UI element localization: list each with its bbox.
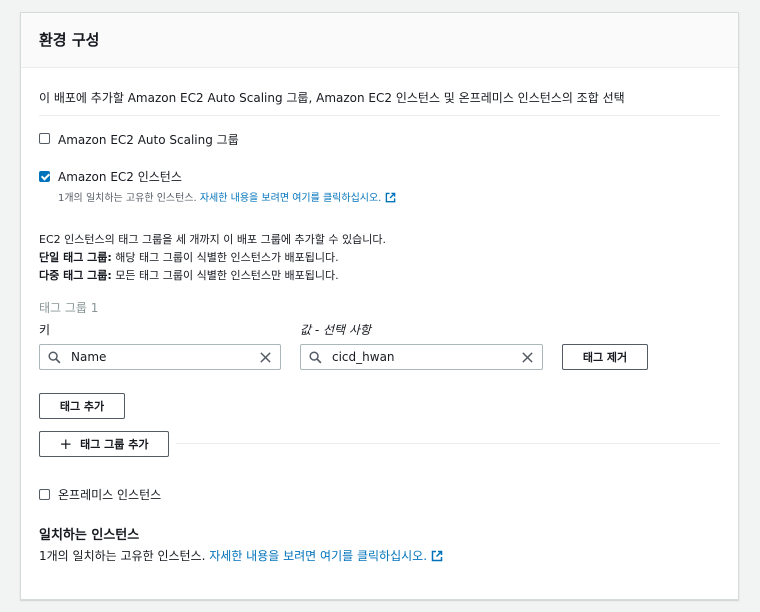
panel-description: 이 배포에 추가할 Amazon EC2 Auto Scaling 그룹, Am…	[39, 91, 625, 105]
ec2-match-info: 1개의 일치하는 고유한 인스턴스. 자세한 내용을 보려면 여기를 클릭하십시…	[58, 189, 396, 204]
tag-key-value: Name	[71, 350, 107, 364]
matching-instances-info: 1개의 일치하는 고유한 인스턴스. 자세한 내용을 보려면 여기를 클릭하십시…	[39, 547, 443, 564]
info-line-1: EC2 인스턴스의 태그 그룹을 세 개까지 이 배포 그룹에 추가할 수 있습…	[39, 233, 386, 246]
tag-group-info: EC2 인스턴스의 태그 그룹을 세 개까지 이 배포 그룹에 추가할 수 있습…	[39, 231, 386, 285]
environment-config-panel: 환경 구성 이 배포에 추가할 Amazon EC2 Auto Scaling …	[20, 12, 739, 600]
clear-icon[interactable]	[521, 351, 534, 364]
external-link-icon[interactable]	[385, 192, 396, 203]
ec2-match-link[interactable]: 자세한 내용을 보려면 여기를 클릭하십시오.	[200, 193, 382, 204]
matching-text: 1개의 일치하는 고유한 인스턴스.	[39, 549, 210, 563]
plus-icon: +	[59, 434, 73, 453]
ec2-checkbox-label[interactable]: Amazon EC2 인스턴스	[58, 168, 182, 185]
panel-title: 환경 구성	[39, 31, 100, 49]
panel-header: 환경 구성	[21, 13, 738, 68]
add-tag-group-label: 태그 그룹 추가	[80, 438, 149, 451]
onprem-checkbox-label[interactable]: 온프레미스 인스턴스	[58, 486, 161, 503]
key-label: 키	[39, 323, 51, 337]
ec2-match-text: 1개의 일치하는 고유한 인스턴스.	[58, 193, 200, 204]
remove-tag-button[interactable]: 태그 제거	[562, 344, 648, 370]
value-label: 값 - 선택 사항	[300, 323, 371, 337]
onprem-checkbox[interactable]	[39, 489, 50, 500]
add-tag-group-button[interactable]: + 태그 그룹 추가	[39, 431, 169, 457]
tag-group-title: 태그 그룹 1	[39, 301, 99, 315]
matching-link[interactable]: 자세한 내용을 보려면 여기를 클릭하십시오.	[209, 549, 427, 563]
info-line-3: 다중 태그 그룹: 모든 태그 그룹이 식별한 인스턴스만 배포됩니다.	[39, 269, 339, 282]
asg-checkbox[interactable]	[39, 133, 50, 144]
tag-key-input[interactable]: Name	[39, 344, 281, 370]
add-tag-button[interactable]: 태그 추가	[39, 393, 125, 419]
tag-value-input[interactable]: cicd_hwan	[300, 344, 543, 370]
ec2-checkbox[interactable]	[39, 171, 50, 182]
external-link-icon[interactable]	[431, 550, 443, 562]
tag-value-value: cicd_hwan	[332, 350, 395, 364]
search-icon	[48, 351, 61, 364]
divider	[39, 115, 720, 116]
info-line-2: 단일 태그 그룹: 해당 태그 그룹이 식별한 인스턴스가 배포됩니다.	[39, 251, 339, 264]
search-icon	[309, 351, 322, 364]
asg-checkbox-label[interactable]: Amazon EC2 Auto Scaling 그룹	[58, 131, 239, 148]
divider	[176, 443, 720, 444]
matching-instances-heading: 일치하는 인스턴스	[39, 528, 140, 543]
clear-icon[interactable]	[259, 351, 272, 364]
